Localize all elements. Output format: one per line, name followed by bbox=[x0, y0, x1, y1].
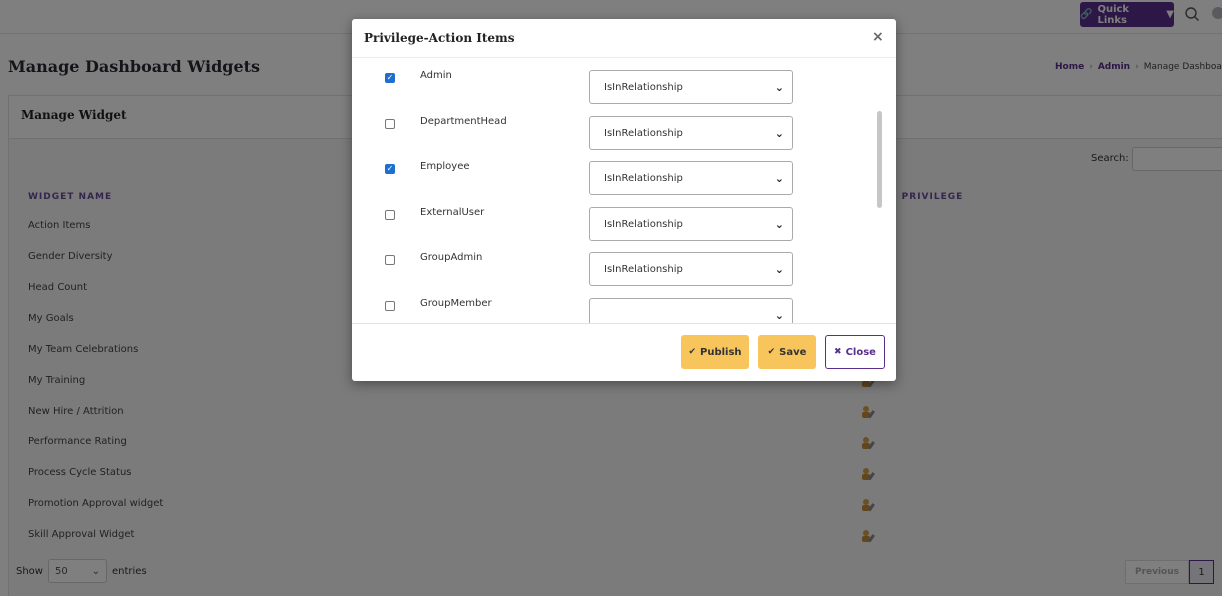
role-label: ExternalUser bbox=[420, 207, 485, 218]
chevron-down-icon: ⌄ bbox=[774, 80, 784, 94]
role-row-admin: ✓ Admin IsInRelationship ⌄ bbox=[352, 58, 872, 104]
role-label: Employee bbox=[420, 161, 470, 172]
relationship-value: IsInRelationship bbox=[604, 218, 683, 230]
modal-body[interactable]: ✓ Admin IsInRelationship ⌄ DepartmentHea… bbox=[352, 58, 896, 323]
chevron-down-icon: ⌄ bbox=[774, 308, 784, 322]
scrollbar-thumb[interactable] bbox=[877, 111, 882, 208]
role-label: GroupAdmin bbox=[420, 252, 483, 263]
relationship-select[interactable]: IsInRelationship ⌄ bbox=[589, 70, 793, 104]
relationship-value: IsInRelationship bbox=[604, 81, 683, 93]
role-checkbox[interactable]: ✓ bbox=[385, 164, 395, 174]
privilege-modal: Privilege-Action Items × ✓ Admin IsInRel… bbox=[352, 19, 896, 381]
role-label: DepartmentHead bbox=[420, 116, 507, 127]
close-circle-icon: ✖ bbox=[834, 347, 842, 357]
check-circle-icon: ✔ bbox=[688, 347, 696, 357]
check-circle-icon: ✔ bbox=[767, 347, 776, 357]
save-label: Save bbox=[779, 346, 807, 358]
relationship-select[interactable]: IsInRelationship ⌄ bbox=[589, 252, 793, 286]
role-checkbox[interactable] bbox=[385, 255, 395, 265]
close-icon[interactable]: × bbox=[872, 30, 884, 44]
relationship-value: IsInRelationship bbox=[604, 172, 683, 184]
role-checkbox[interactable] bbox=[385, 119, 395, 129]
role-checkbox[interactable]: ✓ bbox=[385, 73, 395, 83]
role-checkbox[interactable] bbox=[385, 301, 395, 311]
relationship-value: IsInRelationship bbox=[604, 127, 683, 139]
role-label: GroupMember bbox=[420, 298, 492, 309]
chevron-down-icon: ⌄ bbox=[774, 262, 784, 276]
relationship-value: IsInRelationship bbox=[604, 263, 683, 275]
publish-label: Publish bbox=[700, 346, 742, 358]
role-row-externaluser: ExternalUser IsInRelationship ⌄ bbox=[352, 195, 872, 241]
role-row-groupmember: GroupMember ⌄ bbox=[352, 286, 872, 323]
close-label: Close bbox=[845, 346, 876, 358]
close-button[interactable]: ✖ Close bbox=[825, 335, 885, 369]
chevron-down-icon: ⌄ bbox=[774, 217, 784, 231]
relationship-select[interactable]: IsInRelationship ⌄ bbox=[589, 207, 793, 241]
save-button[interactable]: ✔ Save bbox=[758, 335, 816, 369]
chevron-down-icon: ⌄ bbox=[774, 126, 784, 140]
role-checkbox[interactable] bbox=[385, 210, 395, 220]
relationship-select[interactable]: ⌄ bbox=[589, 298, 793, 323]
divider bbox=[352, 323, 896, 324]
role-label: Admin bbox=[420, 70, 452, 81]
relationship-select[interactable]: IsInRelationship ⌄ bbox=[589, 116, 793, 150]
role-row-groupadmin: GroupAdmin IsInRelationship ⌄ bbox=[352, 240, 872, 286]
modal-title: Privilege-Action Items bbox=[364, 31, 515, 45]
relationship-select[interactable]: IsInRelationship ⌄ bbox=[589, 161, 793, 195]
chevron-down-icon: ⌄ bbox=[774, 171, 784, 185]
role-row-departmenthead: DepartmentHead IsInRelationship ⌄ bbox=[352, 104, 872, 150]
publish-button[interactable]: ✔ Publish bbox=[681, 335, 749, 369]
role-row-employee: ✓ Employee IsInRelationship ⌄ bbox=[352, 149, 872, 195]
